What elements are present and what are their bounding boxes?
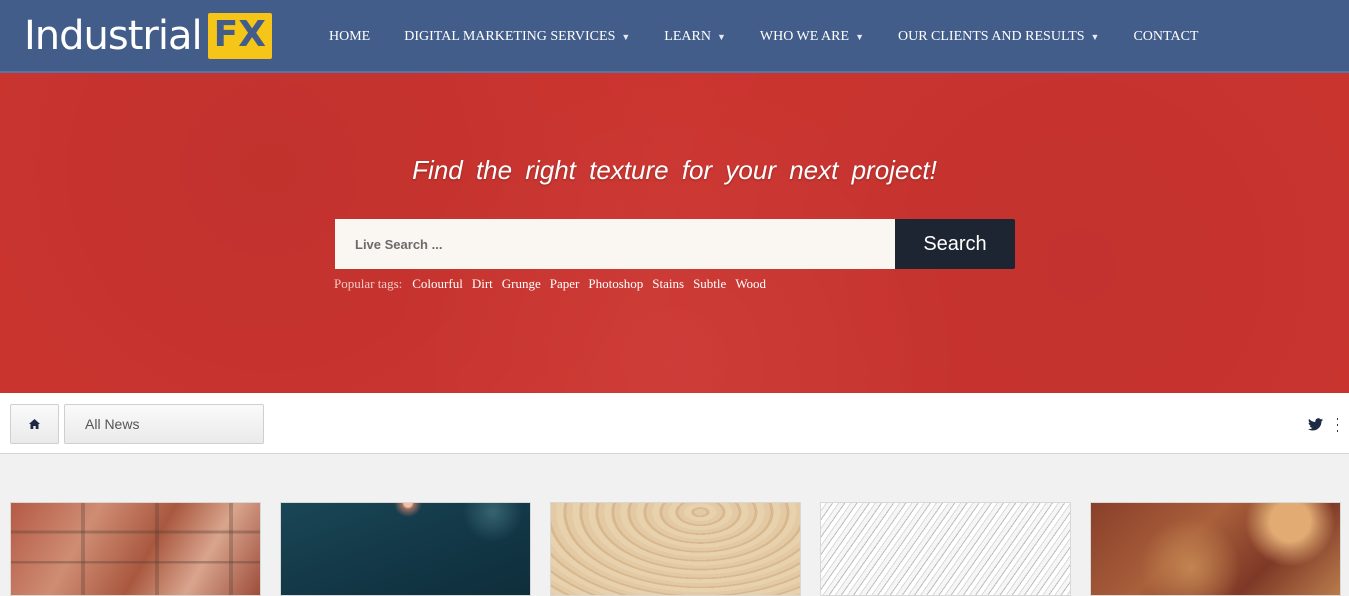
popular-tags: Popular tags: Colourful Dirt Grunge Pape… <box>334 276 775 292</box>
nav-item-label: OUR CLIENTS AND RESULTS <box>897 28 1085 44</box>
tag-link[interactable]: Stains <box>652 276 684 292</box>
caret-down-icon: ▼ <box>716 31 726 42</box>
nav-item-who-we-are[interactable]: WHO WE ARE ▼ <box>743 29 881 45</box>
site-logo[interactable]: Industrial FX <box>24 12 272 60</box>
all-news-label: All News <box>85 416 140 432</box>
home-icon <box>29 419 40 429</box>
logo-text: Industrial <box>24 13 203 59</box>
tag-link[interactable]: Grunge <box>502 276 541 292</box>
nav-item-label: WHO WE ARE <box>759 28 850 44</box>
tag-link[interactable]: Photoshop <box>588 276 643 292</box>
tag-link[interactable]: Subtle <box>693 276 726 292</box>
nav-item-our-clients-and-results[interactable]: OUR CLIENTS AND RESULTS ▼ <box>881 29 1116 45</box>
nav-item-label: LEARN <box>664 28 711 44</box>
card-thumbnail <box>821 503 1070 595</box>
main-nav: HOME DIGITAL MARKETING SERVICES ▼ LEARN … <box>312 0 1215 73</box>
card-thumbnail <box>11 503 260 595</box>
twitter-icon[interactable] <box>1308 418 1323 431</box>
caret-down-icon: ▼ <box>855 31 864 42</box>
nav-item-learn[interactable]: LEARN ▼ <box>647 29 743 45</box>
live-search-input[interactable] <box>335 219 895 269</box>
popular-tags-label: Popular tags: <box>334 276 403 291</box>
home-button[interactable] <box>10 404 59 444</box>
nav-item-contact[interactable]: CONTACT <box>1116 29 1215 45</box>
card-thumbnail <box>281 503 530 595</box>
texture-card-brick[interactable] <box>10 502 261 596</box>
tag-link[interactable]: Dirt <box>472 276 493 292</box>
texture-card-dark[interactable] <box>280 502 531 596</box>
texture-card-wood[interactable] <box>550 502 801 596</box>
more-vertical-icon[interactable] <box>1336 418 1339 432</box>
nav-item-home[interactable]: HOME <box>312 29 387 45</box>
all-news-dropdown[interactable]: All News <box>64 404 264 444</box>
texture-card-rust[interactable] <box>1090 502 1341 596</box>
tag-link[interactable]: Colourful <box>412 276 463 292</box>
caret-down-icon: ▼ <box>1090 31 1100 42</box>
search-button[interactable]: Search <box>895 219 1015 269</box>
site-header: Industrial FX HOME DIGITAL MARKETING SER… <box>0 0 1349 73</box>
filter-bar: All News <box>0 393 1349 454</box>
nav-item-label: CONTACT <box>1133 28 1199 44</box>
nav-item-digital-marketing-services[interactable]: DIGITAL MARKETING SERVICES ▼ <box>387 29 647 45</box>
nav-item-label: HOME <box>329 28 371 44</box>
texture-card-scratched[interactable] <box>820 502 1071 596</box>
tag-link[interactable]: Paper <box>550 276 580 292</box>
card-thumbnail <box>551 503 800 595</box>
logo-badge: FX <box>207 13 272 59</box>
caret-down-icon: ▼ <box>621 31 631 42</box>
hero-title: Find the right texture for your next pro… <box>412 155 937 185</box>
hero-banner: Find the right texture for your next pro… <box>0 73 1349 393</box>
nav-item-label: DIGITAL MARKETING SERVICES <box>404 28 616 44</box>
card-thumbnail <box>1091 503 1340 595</box>
tag-link[interactable]: Wood <box>735 276 766 292</box>
